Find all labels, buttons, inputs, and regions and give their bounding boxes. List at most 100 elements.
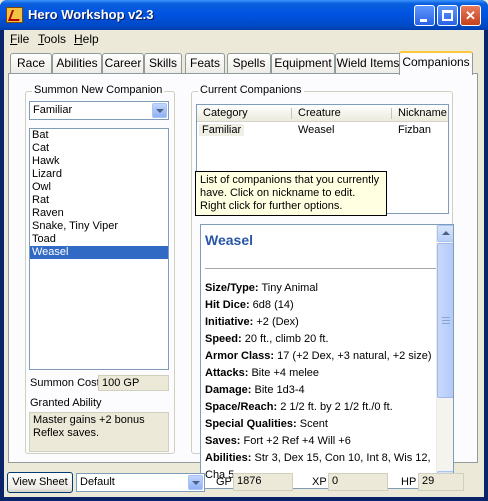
sheet-select[interactable]: Default	[76, 473, 205, 492]
companions-tooltip: List of companions that you currently ha…	[195, 171, 387, 216]
companions-panel: Summon New Companion Familiar Bat Cat Ha…	[8, 73, 478, 489]
stat-line: Armor Class: 17 (+2 Dex, +3 natural, +2 …	[205, 348, 439, 365]
scroll-up-button[interactable]	[437, 225, 453, 242]
tab-race[interactable]: Race	[10, 53, 52, 74]
title-bar[interactable]: Hero Workshop v2.3 ✕	[0, 0, 488, 30]
stat-value: Fort +2 Ref +4 Will +6	[240, 435, 351, 447]
stat-value: Scent	[296, 418, 328, 430]
list-item[interactable]: Lizard	[30, 168, 168, 181]
close-icon: ✕	[465, 8, 476, 23]
granted-ability-label: Granted Ability	[30, 397, 102, 409]
sheet-select-value: Default	[80, 476, 115, 488]
companion-type-value: Familiar	[33, 104, 73, 116]
stat-value: 2 1/2 ft. by 2 1/2 ft./0 ft.	[277, 401, 393, 413]
creature-detail-name: Weasel	[205, 232, 253, 248]
summon-cost-label: Summon Cost	[30, 377, 100, 389]
stat-line: Special Qualities: Scent	[205, 416, 439, 433]
minimize-button[interactable]	[414, 5, 435, 26]
table-row[interactable]: Familiar Weasel Fizban	[197, 123, 448, 139]
gp-label: GP	[216, 476, 232, 488]
stat-line: Hit Dice: 6d8 (14)	[205, 297, 439, 314]
tab-wield-items[interactable]: Wield Items	[335, 53, 401, 74]
tab-spells[interactable]: Spells	[227, 53, 271, 74]
close-button[interactable]: ✕	[460, 5, 481, 26]
stat-value: Bite +4 melee	[248, 367, 320, 379]
stat-value: Tiny Animal	[258, 282, 318, 294]
stat-value: 20 ft., climb 20 ft.	[241, 333, 329, 345]
column-header-creature[interactable]: Creature	[298, 107, 341, 119]
xp-label: XP	[312, 476, 327, 488]
cell-nickname[interactable]: Fizban	[398, 124, 431, 136]
chevron-down-icon[interactable]	[188, 475, 203, 490]
tab-equipment[interactable]: Equipment	[271, 53, 335, 74]
view-sheet-button[interactable]: View Sheet	[7, 472, 73, 493]
maximize-icon	[442, 10, 453, 21]
list-item[interactable]: Owl	[30, 181, 168, 194]
chevron-down-icon[interactable]	[152, 103, 167, 118]
minimize-icon	[420, 19, 427, 22]
client-area: File Tools Help Race Abilities Career Sk…	[4, 30, 484, 497]
thumb-grip	[442, 320, 450, 321]
app-logo-icon[interactable]	[6, 7, 23, 23]
list-item[interactable]: Rat	[30, 194, 168, 207]
menu-bar: File Tools Help	[4, 30, 484, 49]
column-divider[interactable]	[391, 108, 392, 119]
companions-table-header: Category Creature Nickname	[197, 105, 448, 122]
stat-line: Attacks: Bite +4 melee	[205, 365, 439, 382]
stat-label: Initiative:	[205, 316, 254, 328]
stat-label: Saves:	[205, 435, 241, 447]
cell-creature[interactable]: Weasel	[298, 124, 334, 136]
stat-label: Attacks:	[205, 367, 249, 379]
stat-line: Saves: Fort +2 Ref +4 Will +6	[205, 433, 439, 450]
hp-label: HP	[401, 476, 417, 488]
creature-detail-pane[interactable]: Weasel Size/Type: Tiny Animal Hit Dice: …	[200, 224, 454, 489]
stat-value: 17 (+2 Dex, +3 natural, +2 size)	[274, 350, 432, 362]
list-item-selected[interactable]: Weasel	[30, 246, 168, 259]
menu-file[interactable]: File	[10, 32, 29, 46]
companion-type-select[interactable]: Familiar	[29, 101, 169, 120]
column-divider[interactable]	[291, 108, 292, 119]
gp-value: 1876	[233, 473, 293, 491]
detail-scrollbar[interactable]	[436, 225, 453, 488]
scroll-thumb[interactable]	[437, 243, 453, 398]
maximize-button[interactable]	[437, 5, 458, 26]
hp-value: 29	[418, 473, 464, 491]
stat-label: Armor Class:	[205, 350, 275, 362]
creature-list[interactable]: Bat Cat Hawk Lizard Owl Rat Raven Snake,…	[29, 128, 169, 370]
list-item[interactable]: Toad	[30, 233, 168, 246]
stat-label: Hit Dice:	[205, 299, 250, 311]
list-item[interactable]: Hawk	[30, 155, 168, 168]
tab-abilities[interactable]: Abilities	[52, 53, 102, 74]
tab-companions[interactable]: Companions	[399, 51, 473, 75]
tab-feats[interactable]: Feats	[185, 53, 225, 74]
column-header-nickname[interactable]: Nickname	[398, 107, 447, 119]
thumb-grip	[442, 317, 450, 318]
list-item[interactable]: Snake, Tiny Viper	[30, 220, 168, 233]
stat-label: Speed:	[205, 333, 242, 345]
stat-label: Size/Type:	[205, 282, 259, 294]
cell-category[interactable]: Familiar	[199, 124, 245, 136]
stat-line: Size/Type: Tiny Animal	[205, 280, 439, 297]
window-title: Hero Workshop v2.3	[28, 7, 154, 22]
list-item[interactable]: Raven	[30, 207, 168, 220]
stat-label: Space/Reach:	[205, 401, 278, 413]
current-companions-label: Current Companions	[198, 84, 304, 96]
list-item[interactable]: Bat	[30, 129, 168, 142]
tab-skills[interactable]: Skills	[144, 53, 182, 74]
stat-label: Special Qualities:	[205, 418, 297, 430]
list-item[interactable]: Cat	[30, 142, 168, 155]
stat-value: 6d8 (14)	[249, 299, 294, 311]
menu-help[interactable]: Help	[74, 32, 99, 46]
tab-strip: Race Abilities Career Skills Feats Spell…	[8, 51, 478, 75]
stat-line: Speed: 20 ft., climb 20 ft.	[205, 331, 439, 348]
stat-label: Damage:	[205, 384, 252, 396]
menu-tools[interactable]: Tools	[38, 32, 66, 46]
xp-value: 0	[328, 473, 388, 491]
tab-career[interactable]: Career	[102, 53, 144, 74]
detail-divider	[205, 268, 437, 269]
stat-value: +2 (Dex)	[253, 316, 299, 328]
status-bar: View Sheet Default GP 1876 XP 0 HP 29	[4, 468, 484, 495]
summon-cost-value: 100 GP	[98, 375, 169, 391]
column-header-category[interactable]: Category	[203, 107, 248, 119]
stat-value: Bite 1d3-4	[251, 384, 305, 396]
